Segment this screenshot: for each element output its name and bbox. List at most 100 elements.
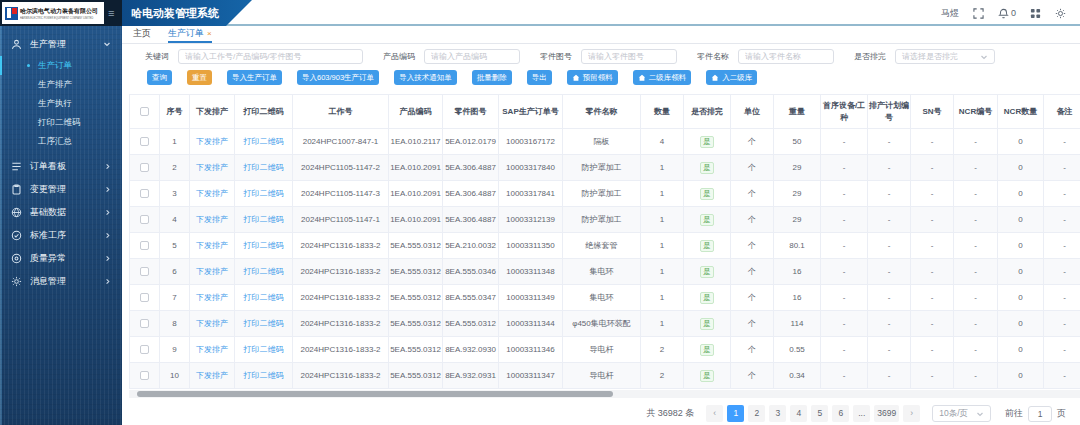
keyword-input[interactable] <box>178 49 363 64</box>
tab-home[interactable]: 主页 <box>133 26 151 43</box>
column-header: 备注 <box>1044 95 1080 129</box>
sidebar-item-订单看板[interactable]: 订单看板 <box>0 155 122 178</box>
issue-scheduling-link[interactable]: 下发排产 <box>196 241 228 250</box>
page-button-3[interactable]: 3 <box>769 405 786 422</box>
查询-button[interactable]: 查询 <box>147 70 172 85</box>
sidebar-item-变更管理[interactable]: 变更管理 <box>0 178 122 201</box>
批量删除-button[interactable]: 批量删除 <box>472 70 512 85</box>
issue-scheduling-link[interactable]: 下发排产 <box>196 189 228 198</box>
horizontal-scrollbar[interactable] <box>129 390 1080 398</box>
issue-scheduling-link[interactable]: 下发排产 <box>196 267 228 276</box>
row-checkbox[interactable] <box>130 233 160 259</box>
row-checkbox[interactable] <box>130 207 160 233</box>
row-checkbox[interactable] <box>130 155 160 181</box>
print-qrcode-link[interactable]: 打印二维码 <box>244 293 284 302</box>
cell-product_code: 5EA.555.0312 <box>389 233 443 259</box>
row-checkbox[interactable] <box>130 363 160 389</box>
part-no-input[interactable] <box>581 49 677 64</box>
menu-collapse-icon[interactable]: ≡ <box>108 8 114 19</box>
导入603/903生产订单-button[interactable]: 导入603/903生产订单 <box>297 70 379 85</box>
issue-scheduling-link[interactable]: 下发排产 <box>196 163 228 172</box>
sidebar-item-消息管理[interactable]: 消息管理 <box>0 270 122 293</box>
sidebar-item-生产执行[interactable]: 生产执行 <box>0 94 122 113</box>
page-button-5[interactable]: 5 <box>811 405 828 422</box>
prev-page-button[interactable]: ‹ <box>706 405 723 422</box>
入二级库-button[interactable]: 入二级库 <box>706 70 757 85</box>
fullscreen-icon[interactable] <box>973 8 984 19</box>
sidebar-section-production[interactable]: 生产管理 <box>0 32 122 56</box>
row-checkbox[interactable] <box>130 337 160 363</box>
print-qrcode-link[interactable]: 打印二维码 <box>244 345 284 354</box>
cell-remark: - <box>1044 285 1080 311</box>
row-checkbox[interactable] <box>130 285 160 311</box>
cell-work_no: 2024HPC1316-1833-2 <box>293 233 389 259</box>
导出-button[interactable]: 导出 <box>527 70 552 85</box>
column-header: SN号 <box>911 95 954 129</box>
二级库领料-button[interactable]: 二级库领料 <box>633 70 692 85</box>
print-qrcode-link[interactable]: 打印二维码 <box>244 319 284 328</box>
tab-close-icon[interactable]: × <box>207 29 212 38</box>
row-checkbox[interactable] <box>130 259 160 285</box>
row-checkbox[interactable] <box>130 181 160 207</box>
print-qrcode-link[interactable]: 打印二维码 <box>244 189 284 198</box>
cell-sap_no: 10003311347 <box>499 363 563 389</box>
page-button-3699[interactable]: 3699 <box>874 405 899 422</box>
print-qrcode-link[interactable]: 打印二维码 <box>244 267 284 276</box>
预留领料-button[interactable]: 预留领料 <box>567 70 618 85</box>
scheduled-select[interactable]: 请选择是否排完 <box>895 49 995 64</box>
table-row: 3下发排产打印二维码2024HPC1105-1147-31EA.010.2091… <box>130 181 1080 207</box>
print-qrcode-link[interactable]: 打印二维码 <box>244 163 284 172</box>
issue-scheduling-link[interactable]: 下发排产 <box>196 319 228 328</box>
page-button-6[interactable]: 6 <box>832 405 849 422</box>
sidebar-item-基础数据[interactable]: 基础数据 <box>0 201 122 224</box>
page-size-select[interactable]: 10条/页 <box>932 405 991 422</box>
sidebar-item-打印二维码[interactable]: 打印二维码 <box>0 113 122 132</box>
print-qrcode-link[interactable]: 打印二维码 <box>244 241 284 250</box>
cell-part_no: 5EA.306.4887 <box>443 207 499 233</box>
cell-no: 9 <box>160 337 190 363</box>
apps-grid-icon[interactable] <box>1030 8 1041 19</box>
sidebar-item-质量异常[interactable]: 质量异常 <box>0 247 122 270</box>
issue-scheduling-link[interactable]: 下发排产 <box>196 293 228 302</box>
next-page-button[interactable]: › <box>903 405 920 422</box>
cell-no: 3 <box>160 181 190 207</box>
sidebar-item-标准工序[interactable]: 标准工序 <box>0 224 122 247</box>
cell-no: 7 <box>160 285 190 311</box>
page-button-2[interactable]: 2 <box>748 405 765 422</box>
重置-button[interactable]: 重置 <box>187 70 212 85</box>
page-button-...[interactable]: ... <box>853 405 870 422</box>
product-code-input[interactable] <box>424 49 520 64</box>
cell-ncr_qty: 0 <box>998 129 1044 155</box>
page-button-1[interactable]: 1 <box>727 405 744 422</box>
issue-scheduling-link[interactable]: 下发排产 <box>196 215 228 224</box>
导入技术通知单-button[interactable]: 导入技术通知单 <box>394 70 457 85</box>
print-qrcode-link[interactable]: 打印二维码 <box>244 137 284 146</box>
user-name[interactable]: 马煜 <box>941 7 959 20</box>
print-qrcode-link[interactable]: 打印二维码 <box>244 371 284 380</box>
page-button-4[interactable]: 4 <box>790 405 807 422</box>
part-name-input[interactable] <box>738 49 834 64</box>
导入生产订单-button[interactable]: 导入生产订单 <box>227 70 282 85</box>
issue-scheduling-link[interactable]: 下发排产 <box>196 371 228 380</box>
print-qrcode-link[interactable]: 打印二维码 <box>244 215 284 224</box>
issue-scheduling-link[interactable]: 下发排产 <box>196 345 228 354</box>
settings-gear-icon[interactable] <box>1055 8 1066 19</box>
issue-scheduling-link[interactable]: 下发排产 <box>196 137 228 146</box>
goto-page-input[interactable] <box>1028 406 1052 422</box>
column-header: 排产计划编号 <box>868 95 911 129</box>
sidebar-item-生产排产[interactable]: 生产排产 <box>0 75 122 94</box>
notification-bell-icon[interactable]: 0 <box>998 8 1016 19</box>
row-checkbox[interactable] <box>130 311 160 337</box>
scheduled-tag: 是 <box>700 162 714 174</box>
row-checkbox[interactable] <box>130 129 160 155</box>
select-all-checkbox[interactable] <box>130 95 160 129</box>
cell-ncr_qty: 0 <box>998 337 1044 363</box>
cell-weight: 29 <box>774 155 821 181</box>
table-row: 10下发排产打印二维码2024HPC1316-1833-25EA.555.031… <box>130 363 1080 389</box>
sidebar-item-生产订单[interactable]: 生产订单 <box>0 56 122 75</box>
sidebar: 哈尔滨电气动力装备有限公司 HARBIN ELECTRIC POWER EQUI… <box>0 0 122 425</box>
sidebar-item-工序汇总[interactable]: 工序汇总 <box>0 132 122 151</box>
cell-ncr_no: - <box>954 233 998 259</box>
tab-production-order[interactable]: 生产订单× <box>168 26 212 43</box>
scrollbar-thumb[interactable] <box>137 391 613 397</box>
